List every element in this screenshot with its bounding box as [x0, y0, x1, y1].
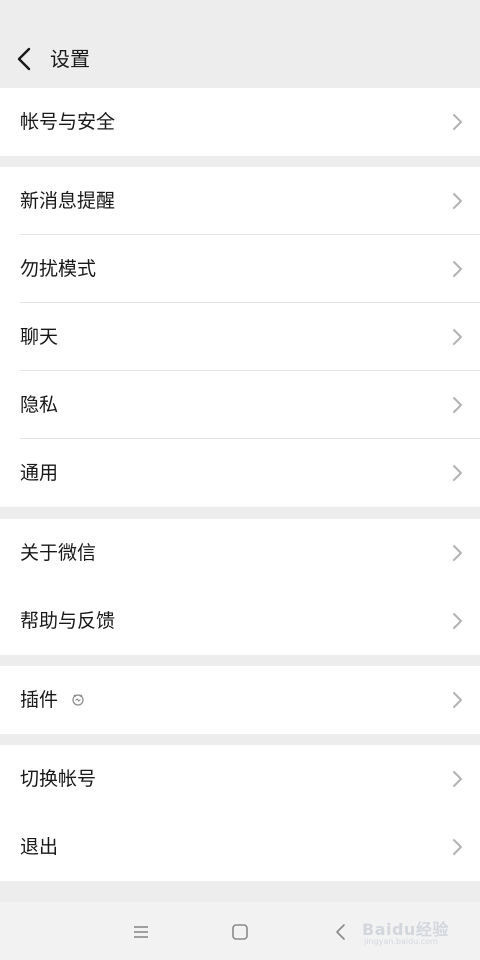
settings-group-account: 帐号与安全: [0, 88, 480, 156]
chevron-right-icon: [453, 261, 462, 277]
page-title: 设置: [50, 47, 90, 71]
chevron-right-icon: [453, 397, 462, 413]
settings-group-general: 新消息提醒 勿扰模式 聊天 隐私 通用: [0, 167, 480, 507]
menu-icon[interactable]: [129, 920, 153, 944]
plugin-badge-icon: [72, 694, 84, 706]
settings-item-help-feedback[interactable]: 帮助与反馈: [0, 587, 480, 655]
settings-group-session: 切换帐号 退出: [0, 745, 480, 881]
chevron-right-icon: [453, 692, 462, 708]
settings-item-label: 插件: [20, 689, 59, 711]
chevron-right-icon: [453, 193, 462, 209]
baidu-watermark: Baidu经验 jingyan.baidu.com: [362, 910, 462, 950]
watermark-url: jingyan.baidu.com: [364, 937, 438, 946]
settings-item-label: 退出: [20, 836, 59, 858]
settings-item-label: 勿扰模式: [20, 258, 97, 280]
settings-item-switch-account[interactable]: 切换帐号: [0, 745, 480, 813]
settings-item-label: 切换帐号: [20, 768, 97, 790]
settings-item-privacy[interactable]: 隐私: [0, 371, 480, 439]
settings-item-label: 新消息提醒: [20, 190, 116, 212]
chevron-right-icon: [453, 613, 462, 629]
settings-group-plugins: 插件: [0, 666, 480, 734]
settings-item-chat[interactable]: 聊天: [0, 303, 480, 371]
settings-item-notifications[interactable]: 新消息提醒: [0, 167, 480, 235]
settings-item-about-wechat[interactable]: 关于微信: [0, 519, 480, 587]
settings-item-label: 关于微信: [20, 542, 97, 564]
settings-item-label: 帮助与反馈: [20, 610, 116, 632]
chevron-right-icon: [453, 839, 462, 855]
settings-group-about: 关于微信 帮助与反馈: [0, 519, 480, 655]
settings-item-label: 通用: [20, 462, 59, 484]
home-square-icon[interactable]: [228, 920, 252, 944]
settings-item-account-security[interactable]: 帐号与安全: [0, 88, 480, 156]
settings-item-label: 隐私: [20, 394, 59, 416]
settings-item-label: 聊天: [20, 326, 59, 348]
chevron-right-icon: [453, 771, 462, 787]
settings-item-do-not-disturb[interactable]: 勿扰模式: [0, 235, 480, 303]
nav-back-icon[interactable]: [329, 920, 353, 944]
top-bar: 设置: [0, 0, 480, 88]
chevron-right-icon: [453, 114, 462, 130]
settings-item-logout[interactable]: 退出: [0, 813, 480, 881]
settings-item-label: 帐号与安全: [20, 111, 116, 133]
settings-item-plugins[interactable]: 插件: [0, 666, 480, 734]
chevron-right-icon: [453, 329, 462, 345]
chevron-right-icon: [453, 545, 462, 561]
back-arrow-icon[interactable]: [10, 44, 40, 74]
settings-item-general[interactable]: 通用: [0, 439, 480, 507]
chevron-right-icon: [453, 465, 462, 481]
